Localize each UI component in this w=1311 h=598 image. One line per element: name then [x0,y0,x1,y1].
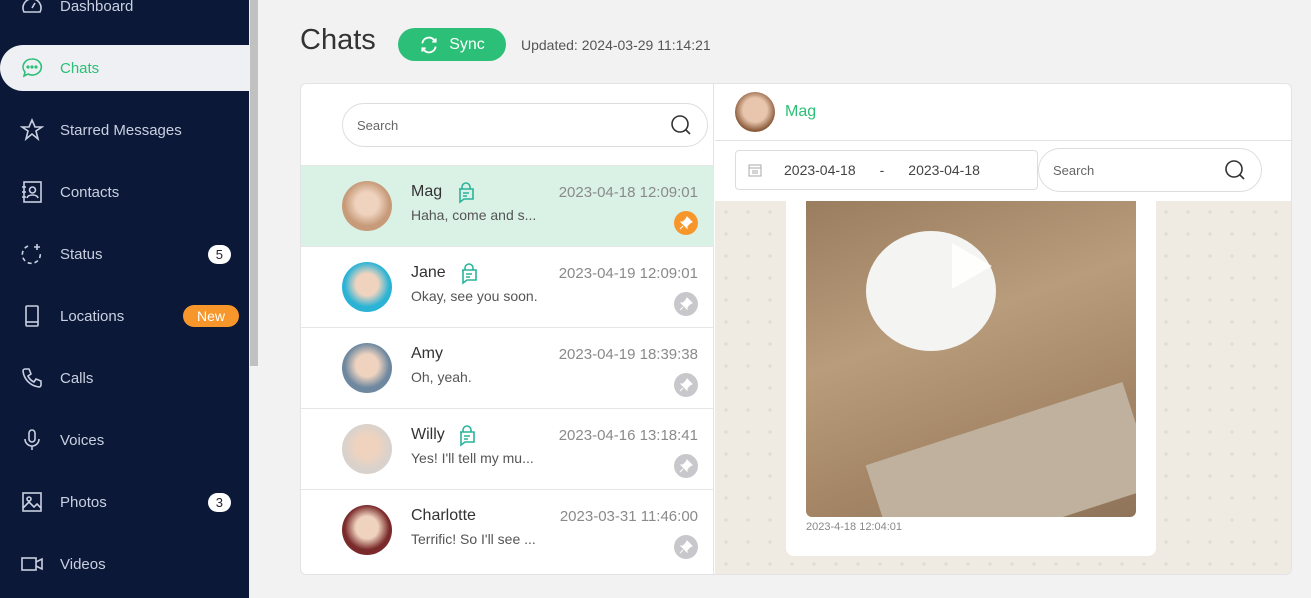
chat-view: Mag 2023-04-18 - 2023-04-18 Search 2023-… [715,84,1291,574]
search-icon[interactable] [669,113,693,137]
date-separator: - [879,162,885,178]
calendar-icon [748,164,762,177]
sidebar-item-label: Contacts [60,183,120,201]
encrypted-chat-icon [462,263,477,285]
chat-time: 2023-04-16 13:18:41 [558,427,698,444]
microphone-icon [20,428,44,452]
sync-icon [421,36,437,53]
pin-icon[interactable] [674,211,698,235]
chat-preview: Okay, see you soon. [411,288,538,304]
pin-icon[interactable] [674,292,698,316]
chat-preview: Oh, yeah. [411,369,472,385]
chat-list-item[interactable]: Willy 2023-04-16 13:18:41 Yes! I'll tell … [301,408,714,489]
chat-list-item[interactable]: Jane 2023-04-19 12:09:01 Okay, see you so… [301,246,714,327]
sidebar-item-contacts[interactable]: Contacts [0,169,249,215]
chat-name: Charlotte [411,507,476,524]
phone-device-icon [20,304,44,328]
sidebar-item-voices[interactable]: Voices [0,417,249,463]
sidebar-item-dashboard[interactable]: Dashboard [0,0,249,29]
chat-preview: Terrific! So I'll see ... [411,531,536,547]
sidebar-item-label: Status [60,245,103,263]
chat-preview: Yes! I'll tell my mu... [411,450,534,466]
sidebar-item-videos[interactable]: Videos [0,541,249,587]
phone-icon [20,366,44,390]
sidebar-item-locations[interactable]: Locations New [0,293,249,339]
sidebar: Dashboard Chats Starred Messages Contacts St… [0,0,249,598]
contacts-icon [20,180,44,204]
video-thumbnail[interactable] [806,201,1136,517]
avatar [342,343,392,393]
chat-list-item[interactable]: Amy 2023-04-19 18:39:38 Oh, yeah. [301,327,714,408]
chat-icon [20,56,44,80]
chat-preview: Haha, come and s... [411,207,537,223]
sidebar-item-status[interactable]: Status 5 [0,231,249,277]
avatar [342,262,392,312]
encrypted-chat-icon [460,425,475,447]
message-bubble: 2023-4-18 12:04:01 [786,201,1156,556]
chat-header: Mag [715,84,1291,141]
chat-time: 2023-04-19 12:09:01 [558,265,698,282]
sidebar-badge: 5 [207,244,231,264]
avatar [342,181,392,231]
image-icon [20,490,44,514]
contact-name: Mag [785,103,817,120]
search-icon[interactable] [1223,158,1247,182]
contact-avatar [735,92,775,132]
sidebar-item-label: Chats [60,59,100,77]
sidebar-item-label: Videos [60,555,106,573]
chat-name: Mag [411,183,443,200]
chat-time: 2023-04-18 12:09:01 [558,184,698,201]
sidebar-item-label: Dashboard [60,0,134,15]
status-icon [20,242,44,266]
sidebar-item-label: Voices [60,431,105,449]
sidebar-item-chats[interactable]: Chats [0,45,249,91]
updated-timestamp: Updated: 2024-03-29 11:14:21 [521,37,711,53]
pin-icon[interactable] [674,373,698,397]
sidebar-item-calls[interactable]: Calls [0,355,249,401]
star-icon [20,118,44,142]
avatar [342,424,392,474]
sidebar-item-label: Calls [60,369,94,387]
sidebar-item-label: Locations [60,307,125,325]
chat-time: 2023-03-31 11:46:00 [559,508,698,525]
date-range-picker[interactable]: 2023-04-18 - 2023-04-18 [735,150,1038,190]
page-title: Chats [300,24,376,56]
chat-name: Jane [411,264,446,281]
sidebar-item-starred-messages[interactable]: Starred Messages [0,107,249,153]
sync-button[interactable]: Sync [398,28,506,61]
sidebar-item-photos[interactable]: Photos 3 [0,479,249,525]
encrypted-chat-icon [459,182,474,204]
avatar [342,505,392,555]
chat-list: Search Mag 2023-04-18 12:09:01 Haha, come… [301,84,714,574]
date-from[interactable]: 2023-04-18 [784,162,856,178]
dashboard-icon [20,0,44,18]
sidebar-item-label: Photos [60,493,107,511]
message-timestamp: 2023-4-18 12:04:01 [806,521,903,533]
sidebar-badge: 3 [207,492,231,512]
message-search-input[interactable]: Search [1038,148,1262,192]
chat-name: Willy [411,426,445,443]
video-icon [20,552,44,576]
sidebar-scrollbar[interactable] [250,0,258,366]
chat-name: Amy [411,345,443,362]
chat-search-input[interactable]: Search [342,103,708,147]
pin-icon[interactable] [674,454,698,478]
pin-icon[interactable] [674,535,698,559]
sidebar-badge: New [182,305,239,327]
chat-list-item[interactable]: Charlotte 2023-03-31 11:46:00 Terrific! S… [301,489,714,570]
chat-list-item[interactable]: Mag 2023-04-18 12:09:01 Haha, come and s.… [301,165,714,246]
chats-panel: Search Mag 2023-04-18 12:09:01 Haha, come… [300,83,1292,575]
chat-background: 2023-4-18 12:04:01 [715,201,1291,574]
chat-time: 2023-04-19 18:39:38 [558,346,698,363]
play-icon[interactable] [948,241,994,291]
sidebar-item-label: Starred Messages [60,121,182,139]
date-to[interactable]: 2023-04-18 [908,162,980,178]
